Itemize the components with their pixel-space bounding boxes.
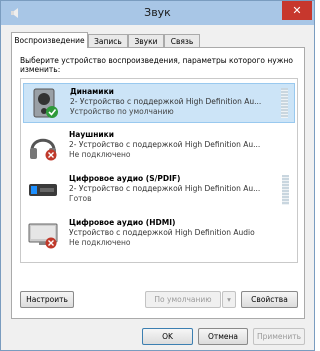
device-description: 2- Устройство с поддержкой High Definiti… [70, 97, 262, 106]
set-default-label: По умолчанию [154, 295, 212, 304]
set-default-button[interactable]: По умолчанию [145, 291, 221, 308]
ok-button[interactable]: OK [142, 328, 193, 345]
tab-sounds[interactable]: Звуки [128, 34, 164, 47]
device-name: Наушники [69, 130, 114, 139]
properties-button-label: Свойства [251, 295, 288, 304]
playback-panel: Выберите устройство воспроизведения, пар… [11, 47, 305, 319]
apply-button-label: Применить [256, 332, 302, 341]
device-description: 2- Устройство с поддержкой High Definiti… [69, 140, 261, 149]
device-status: Готов [69, 194, 92, 203]
tab-playback[interactable]: Воспроизведение [11, 32, 88, 48]
set-default-dropdown[interactable]: ▾ [222, 291, 236, 308]
tab-communications[interactable]: Связь [164, 34, 200, 47]
device-description: 2- Устройство с поддержкой High Definiti… [69, 184, 261, 193]
title-bar[interactable]: Звук ✕ [1, 1, 314, 25]
device-name: Цифровое аудио (HDMI) [69, 218, 176, 227]
sound-dialog: Звук ✕ Воспроизведение Запись Звуки Связ… [0, 0, 315, 351]
device-name: Динамики [70, 87, 114, 96]
device-name: Цифровое аудио (S/PDIF) [69, 174, 181, 183]
volume-level-meter [282, 175, 289, 205]
properties-button[interactable]: Свойства [241, 291, 298, 308]
tab-recording[interactable]: Запись [88, 34, 128, 47]
device-status: Устройство по умолчанию [70, 107, 174, 116]
hdmi-display-icon [28, 223, 58, 249]
device-status: Не подключено [69, 150, 131, 159]
device-item-speakers[interactable]: Динамики 2- Устройство с поддержкой High… [23, 83, 295, 123]
device-status: Не подключено [69, 238, 131, 247]
ok-button-label: OK [162, 332, 173, 341]
device-item-headphones[interactable]: Наушники 2- Устройство с поддержкой High… [23, 127, 295, 167]
window-title: Звук [144, 6, 171, 19]
apply-button[interactable]: Применить [253, 328, 305, 345]
configure-button[interactable]: Настроить [20, 291, 74, 308]
speakers-icon [33, 88, 58, 118]
chevron-down-icon: ▾ [227, 295, 231, 304]
device-item-spdif[interactable]: Цифровое аудио (S/PDIF) 2- Устройство с … [23, 171, 295, 211]
device-list[interactable]: Динамики 2- Устройство с поддержкой High… [20, 78, 298, 263]
volume-level-meter [281, 88, 288, 118]
device-item-hdmi[interactable]: Цифровое аудио (HDMI) Устройство с подде… [23, 215, 295, 255]
instruction-text: Выберите устройство воспроизведения, пар… [20, 56, 293, 74]
cancel-button-label: Отмена [207, 332, 239, 341]
headphones-icon [30, 138, 57, 161]
cancel-button[interactable]: Отмена [198, 328, 248, 345]
close-button[interactable]: ✕ [282, 1, 312, 20]
device-description: Устройство с поддержкой High Definition … [69, 228, 255, 237]
configure-button-label: Настроить [26, 295, 68, 304]
spdif-icon [29, 184, 57, 196]
